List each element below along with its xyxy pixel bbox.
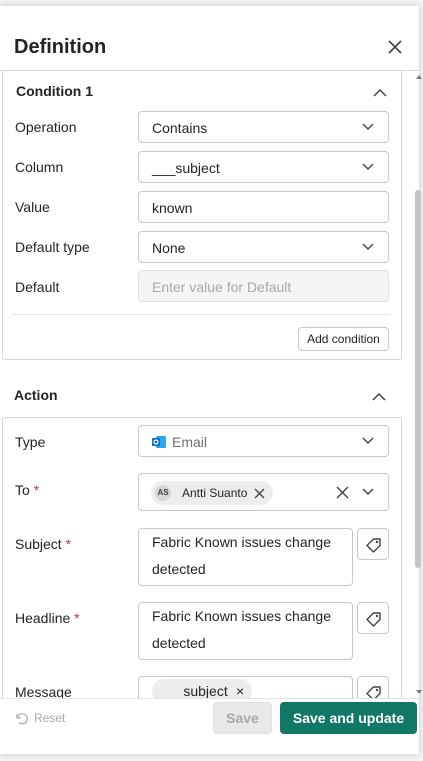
- default-label: Default: [15, 279, 60, 295]
- value-input[interactable]: known: [138, 191, 389, 223]
- condition-title: Condition 1: [16, 83, 93, 99]
- close-icon[interactable]: [386, 38, 404, 56]
- remove-recipient-icon[interactable]: [254, 488, 265, 499]
- operation-dropdown[interactable]: Contains: [138, 111, 389, 143]
- message-token-text: ___subject: [160, 683, 228, 698]
- outlook-icon: [152, 436, 166, 448]
- avatar: AS: [155, 485, 171, 501]
- message-insert-tag-button[interactable]: [357, 676, 389, 698]
- subject-label-text: Subject: [15, 536, 62, 552]
- panel-scroll-area[interactable]: Condition 1 Operation Contains Column __…: [0, 71, 419, 698]
- undo-icon: [16, 713, 28, 725]
- scroll-up-arrow[interactable]: [416, 75, 422, 79]
- chevron-down-icon: [362, 163, 374, 170]
- scrollbar[interactable]: [413, 71, 423, 698]
- column-value: ___subject: [152, 160, 220, 176]
- default-placeholder: Enter value for Default: [152, 279, 292, 295]
- default-type-dropdown[interactable]: None: [138, 231, 389, 263]
- default-input: Enter value for Default: [138, 270, 389, 302]
- add-condition-button[interactable]: Add condition: [298, 327, 389, 351]
- default-type-label: Default type: [15, 239, 90, 255]
- subject-label: Subject *: [15, 536, 71, 552]
- default-type-value: None: [152, 240, 186, 256]
- value-label: Value: [15, 199, 50, 215]
- value-input-text: known: [152, 200, 193, 216]
- chevron-down-icon: [362, 123, 374, 130]
- headline-label: Headline *: [15, 610, 80, 626]
- subject-insert-tag-button[interactable]: [357, 528, 389, 560]
- save-button: Save: [213, 702, 272, 734]
- clear-icon[interactable]: [336, 486, 349, 499]
- remove-token-icon[interactable]: ×: [236, 678, 244, 698]
- chevron-up-icon[interactable]: [372, 389, 386, 401]
- headline-input[interactable]: Fabric Known issues change detected: [138, 602, 353, 660]
- recipient-name: Antti Suanto: [182, 486, 248, 500]
- reset-label: Reset: [34, 711, 66, 725]
- subject-input[interactable]: Fabric Known issues change detected: [138, 528, 353, 586]
- type-value: Email: [172, 434, 208, 450]
- required-mark: *: [74, 610, 80, 626]
- column-label: Column: [15, 159, 64, 175]
- tag-icon: [366, 538, 381, 553]
- tag-icon: [366, 612, 381, 627]
- panel-footer: Reset Save Save and update: [0, 698, 419, 754]
- type-dropdown[interactable]: Email: [138, 425, 389, 457]
- message-label: Message: [15, 684, 72, 698]
- action-title: Action: [14, 387, 58, 403]
- chevron-down-icon[interactable]: [362, 488, 374, 496]
- chevron-up-icon[interactable]: [373, 85, 387, 97]
- chevron-down-icon: [362, 243, 374, 250]
- chevron-down-icon: [362, 437, 374, 444]
- recipient-chip: AS Antti Suanto: [151, 481, 273, 505]
- column-dropdown[interactable]: ___subject: [138, 151, 389, 183]
- panel-title: Definition: [14, 36, 107, 58]
- scrollbar-thumb[interactable]: [415, 190, 421, 568]
- required-mark: *: [65, 536, 72, 552]
- operation-value: Contains: [152, 120, 208, 136]
- panel-header: Definition: [0, 6, 419, 71]
- headline-insert-tag-button[interactable]: [357, 602, 389, 634]
- scroll-down-arrow[interactable]: [416, 690, 422, 694]
- headline-label-text: Headline: [15, 610, 71, 626]
- to-label-text: To: [15, 482, 30, 498]
- to-people-picker[interactable]: AS Antti Suanto: [138, 473, 389, 511]
- required-mark: *: [33, 482, 40, 498]
- message-token-chip: ___subject ×: [152, 679, 252, 698]
- reset-button: Reset: [14, 711, 65, 725]
- divider: [12, 314, 390, 315]
- type-label: Type: [15, 434, 46, 450]
- message-input[interactable]: ___subject ×: [138, 676, 353, 698]
- save-and-update-button[interactable]: Save and update: [280, 702, 417, 734]
- to-label: To *: [15, 482, 39, 498]
- definition-panel: Definition Condition 1 Operation Contain…: [0, 6, 422, 754]
- tag-icon: [366, 686, 381, 698]
- operation-label: Operation: [15, 119, 77, 135]
